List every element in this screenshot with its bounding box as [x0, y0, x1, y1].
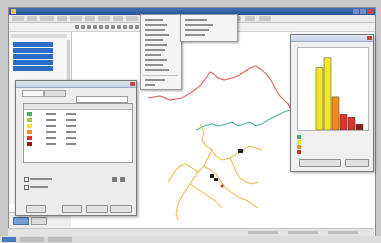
menu-option[interactable] — [145, 79, 165, 81]
table-cell — [46, 125, 56, 127]
table-cell — [46, 143, 56, 145]
checkbox[interactable] — [24, 185, 29, 190]
histogram-chart — [315, 57, 364, 131]
table-cell — [66, 137, 76, 139]
dialog-icon[interactable] — [112, 177, 117, 182]
field-select[interactable] — [76, 96, 128, 103]
menu-option[interactable] — [145, 44, 167, 46]
menu-option[interactable] — [145, 69, 169, 71]
start-button[interactable] — [2, 237, 16, 242]
color-swatch[interactable] — [27, 112, 32, 116]
menu-option[interactable] — [145, 59, 167, 61]
dialog-button[interactable] — [86, 205, 108, 213]
table-cell — [66, 143, 76, 145]
menu-option[interactable] — [145, 84, 155, 86]
menu-separator — [143, 75, 178, 76]
color-swatch[interactable] — [27, 142, 32, 146]
checkbox[interactable] — [24, 177, 29, 182]
histogram-bar — [339, 114, 348, 131]
dialog-close-icon[interactable] — [130, 82, 135, 86]
histogram-close-icon[interactable] — [367, 36, 372, 40]
legend-swatch — [297, 150, 301, 154]
status-field — [288, 231, 318, 234]
table-header — [24, 104, 132, 110]
taskbar — [0, 236, 381, 243]
node-marker — [220, 184, 224, 188]
menu-option[interactable] — [145, 39, 163, 41]
histogram-bar — [355, 123, 364, 131]
checkbox-label — [30, 186, 48, 188]
menu-option[interactable] — [145, 24, 167, 26]
table-cell — [46, 119, 56, 121]
histogram-bar — [331, 96, 340, 131]
status-field — [328, 231, 358, 234]
color-swatch[interactable] — [27, 130, 32, 134]
taskbar-item[interactable] — [20, 237, 44, 242]
table-cell — [66, 131, 76, 133]
facility-marker[interactable] — [238, 149, 243, 153]
dialog-button[interactable] — [26, 205, 46, 213]
menu-option[interactable] — [145, 34, 169, 36]
dialog-button[interactable] — [110, 205, 132, 213]
network-line-yellow-2 — [175, 149, 213, 221]
submenu — [180, 14, 238, 42]
taskbar-item[interactable] — [48, 237, 72, 242]
histogram-bar — [315, 67, 324, 131]
table-cell — [46, 137, 56, 139]
legend-swatch — [297, 140, 301, 144]
dialog-title-bar — [16, 81, 136, 88]
network-line-green — [195, 109, 291, 131]
table-cell — [46, 131, 56, 133]
legend-swatch — [297, 135, 301, 139]
submenu-option[interactable] — [185, 29, 209, 31]
table-cell — [66, 125, 76, 127]
histogram-title-bar — [291, 35, 373, 42]
network-line-yellow-5 — [229, 157, 259, 185]
dialog-tab[interactable] — [44, 90, 66, 97]
dialog-button[interactable] — [62, 205, 82, 213]
menu-option[interactable] — [145, 49, 165, 51]
submenu-option[interactable] — [185, 34, 205, 36]
histogram-button[interactable] — [345, 159, 369, 167]
dropdown-menu — [140, 14, 182, 90]
color-swatch[interactable] — [27, 136, 32, 140]
network-line-yellow-4 — [189, 183, 223, 209]
histogram-plot — [297, 47, 369, 131]
dialog-tab[interactable] — [22, 90, 44, 97]
table-cell — [66, 113, 76, 115]
menu-option[interactable] — [145, 64, 163, 66]
facility-marker[interactable] — [210, 174, 214, 178]
network-line-yellow-3 — [203, 165, 259, 209]
menu-option[interactable] — [145, 19, 163, 21]
checkbox-label — [30, 178, 52, 180]
histogram-window — [290, 34, 374, 172]
table-cell — [46, 113, 56, 115]
class-table — [23, 103, 133, 163]
submenu-option[interactable] — [185, 24, 213, 26]
dialog-icon[interactable] — [120, 177, 125, 182]
menu-option[interactable] — [145, 29, 165, 31]
facility-marker[interactable] — [214, 178, 218, 181]
menu-option[interactable] — [145, 54, 161, 56]
table-cell — [66, 119, 76, 121]
status-field — [248, 231, 278, 234]
color-swatch[interactable] — [27, 118, 32, 122]
color-swatch[interactable] — [27, 124, 32, 128]
submenu-option[interactable] — [185, 19, 207, 21]
legend-swatch — [297, 145, 301, 149]
histogram-bar — [347, 117, 356, 131]
histogram-button[interactable] — [299, 159, 341, 167]
legend-editor-dialog — [15, 80, 137, 216]
histogram-bar — [323, 57, 332, 131]
